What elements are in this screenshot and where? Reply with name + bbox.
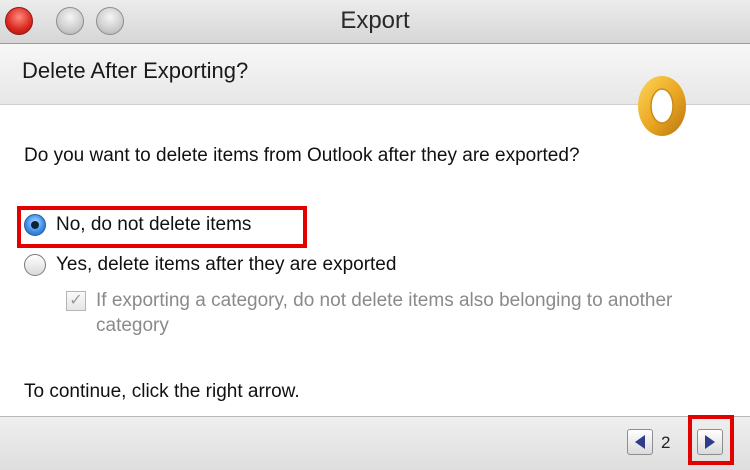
highlight-box-next-button: [688, 415, 734, 465]
instruction-text: To continue, click the right arrow.: [24, 381, 300, 402]
page-title: Delete After Exporting?: [22, 58, 249, 83]
window-title: Export: [340, 7, 410, 34]
page-number: 2: [661, 433, 671, 452]
category-suboption-label: If exporting a category, do not delete i…: [96, 290, 673, 336]
footer-bar: 2: [0, 416, 750, 470]
checkbox-disabled-checked[interactable]: ✓: [66, 291, 86, 311]
option-yes-delete[interactable]: Yes, delete items after they are exporte…: [24, 254, 396, 276]
radio-button[interactable]: [24, 254, 46, 276]
highlight-box-option-no: [17, 206, 307, 248]
outlook-logo-icon: [638, 76, 686, 136]
arrow-left-icon: [635, 435, 645, 449]
option-yes-delete-label: Yes, delete items after they are exporte…: [56, 254, 397, 275]
previous-button[interactable]: [627, 429, 653, 455]
category-suboption: ✓ If exporting a category, do not delete…: [66, 288, 730, 338]
title-bar: Export: [0, 0, 750, 44]
question-text: Do you want to delete items from Outlook…: [24, 145, 580, 166]
